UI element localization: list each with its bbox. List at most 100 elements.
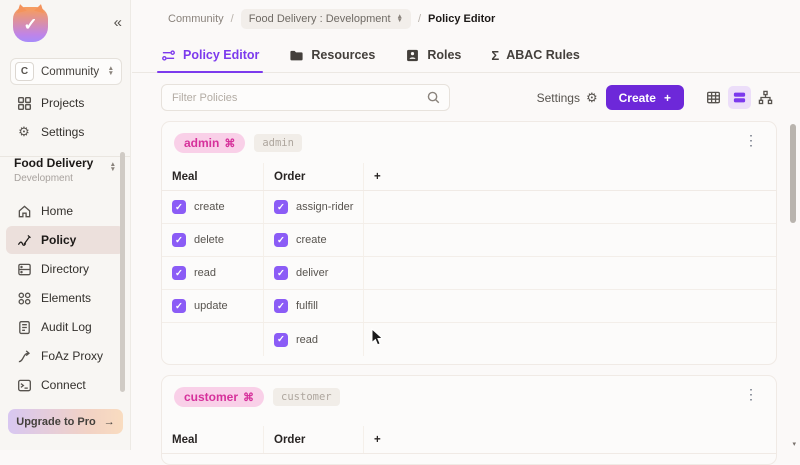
sidebar-item-home[interactable]: Home <box>6 197 124 225</box>
org-name: Community <box>41 65 100 78</box>
sidebar-item-policy[interactable]: Policy <box>6 226 124 254</box>
gear-icon: ⚙ <box>585 89 598 105</box>
sidebar-item-projects[interactable]: Projects <box>6 89 124 117</box>
rows-view-icon[interactable] <box>728 86 751 109</box>
role-glyph-icon: ⌘ <box>243 391 255 404</box>
sidebar-item-connect[interactable]: Connect <box>6 371 124 399</box>
sidebar-item-audit-log[interactable]: Audit Log <box>6 313 124 341</box>
checkbox-checked[interactable] <box>274 332 288 347</box>
settings-label: Settings <box>536 90 580 105</box>
home-icon <box>16 204 32 219</box>
search-icon <box>426 90 441 105</box>
breadcrumb: Community / Food Delivery : Development … <box>132 0 800 38</box>
folder-icon <box>289 48 304 63</box>
upgrade-to-pro-button[interactable]: Upgrade to Pro → <box>8 409 123 434</box>
sidebar-collapse-icon[interactable]: « <box>114 14 122 31</box>
sidebar: ✓ « C Community ▲ ▼ Projects ⚙ Settings F… <box>0 0 131 450</box>
tab-roles[interactable]: Roles <box>405 38 461 72</box>
action-label: create <box>194 201 225 213</box>
tab-policy-editor[interactable]: Policy Editor <box>156 38 264 73</box>
sidebar-item-label: Elements <box>41 291 92 305</box>
logo-check-icon: ✓ <box>23 14 38 34</box>
sidebar-item-directory[interactable]: Directory <box>6 255 124 283</box>
checkbox-checked[interactable] <box>172 200 186 214</box>
breadcrumb-context: Food Delivery : Development <box>248 13 391 25</box>
arrow-right-icon: → <box>103 415 115 428</box>
kebab-menu-icon[interactable]: ⋮ <box>738 130 764 151</box>
role-pill-admin[interactable]: admin ⌘ <box>174 133 246 153</box>
tab-label: Resources <box>311 48 376 62</box>
column-header-meal: Meal <box>162 426 264 453</box>
audit-log-icon <box>16 320 32 335</box>
chevron-updown-icon: ▲ ▼ <box>107 65 114 77</box>
sliders-icon <box>161 48 176 63</box>
checkbox-checked[interactable] <box>274 200 288 214</box>
role-key: customer <box>273 388 340 406</box>
action-label: assign-rider <box>296 201 354 213</box>
sidebar-item-foaz-proxy[interactable]: FoAz Proxy <box>6 342 124 370</box>
permissions-row: create assign-rider <box>162 191 776 224</box>
checkbox-checked[interactable] <box>172 299 186 313</box>
sidebar-scrollbar[interactable] <box>120 152 125 392</box>
elements-icon <box>16 291 32 306</box>
card-header: customer ⌘ customer <box>162 376 776 417</box>
sidebar-item-label: Settings <box>41 125 85 139</box>
main-scrollbar[interactable] <box>790 124 796 223</box>
action-label: fulfill <box>296 300 319 312</box>
settings-link[interactable]: Settings ⚙ <box>537 90 598 106</box>
sidebar-item-label: Connect <box>41 378 86 392</box>
sidebar-item-settings[interactable]: ⚙ Settings <box>6 118 124 146</box>
app-logo: ✓ <box>13 7 48 42</box>
permissions-row: update fulfill <box>162 290 776 323</box>
breadcrumb-separator: / <box>230 13 234 25</box>
permissions-row: read deliver <box>162 257 776 290</box>
upgrade-label: Upgrade to Pro <box>16 415 96 428</box>
sidebar-item-label: Policy <box>41 233 77 247</box>
tab-abac-rules[interactable]: Σ ABAC Rules <box>491 38 579 72</box>
project-environment: Development <box>14 173 73 184</box>
checkbox-checked[interactable] <box>274 233 288 247</box>
checkbox-checked[interactable] <box>274 299 288 313</box>
breadcrumb-project-env-selector[interactable]: Food Delivery : Development ▲ ▼ <box>240 9 411 29</box>
role-name: customer <box>184 390 239 404</box>
tab-label: Roles <box>427 48 462 62</box>
checkbox-checked[interactable] <box>274 266 288 280</box>
filter-policies-box <box>161 84 450 111</box>
tab-resources[interactable]: Resources <box>289 38 375 72</box>
connect-terminal-icon <box>16 378 32 393</box>
scrollbar-down-arrow[interactable]: ▾ <box>792 440 796 448</box>
breadcrumb-root[interactable]: Community <box>168 13 224 25</box>
main-area: Community / Food Delivery : Development … <box>132 0 800 465</box>
tab-label: Policy Editor <box>183 48 260 62</box>
id-badge-icon <box>405 48 420 63</box>
tab-label: ABAC Rules <box>506 48 580 62</box>
gear-icon: ⚙ <box>18 124 30 139</box>
kebab-menu-icon[interactable]: ⋮ <box>738 384 764 405</box>
graph-view-icon[interactable] <box>754 86 777 109</box>
action-label: create <box>296 234 327 246</box>
sidebar-item-label: Audit Log <box>41 320 92 334</box>
policy-cards: admin ⌘ admin ⋮ Meal Order + create assi… <box>161 121 777 465</box>
proxy-icon <box>16 349 32 364</box>
org-selector[interactable]: C Community ▲ ▼ <box>10 58 122 85</box>
create-button[interactable]: Create + <box>605 85 684 110</box>
checkbox-checked[interactable] <box>172 266 186 280</box>
permissions-row: read <box>162 323 776 356</box>
sidebar-item-elements[interactable]: Elements <box>6 284 124 312</box>
policy-card-customer: customer ⌘ customer ⋮ Meal Order + <box>161 375 777 465</box>
policy-pen-icon <box>16 233 32 248</box>
add-resource-button[interactable]: + <box>364 163 776 190</box>
role-name: admin <box>184 136 220 150</box>
column-header-order: Order <box>264 163 364 190</box>
checkbox-checked[interactable] <box>172 233 186 247</box>
filter-policies-input[interactable] <box>161 84 450 111</box>
sidebar-item-label: Home <box>41 204 74 218</box>
policy-card-admin: admin ⌘ admin ⋮ Meal Order + create assi… <box>161 121 777 365</box>
add-resource-button[interactable]: + <box>364 426 776 453</box>
role-pill-customer[interactable]: customer ⌘ <box>174 387 265 407</box>
role-glyph-icon: ⌘ <box>224 137 236 150</box>
table-view-icon[interactable] <box>702 86 725 109</box>
project-switcher[interactable]: Food Delivery Development ▲ ▼ <box>14 156 122 184</box>
directory-icon <box>16 262 32 277</box>
card-header: admin ⌘ admin <box>162 122 776 163</box>
